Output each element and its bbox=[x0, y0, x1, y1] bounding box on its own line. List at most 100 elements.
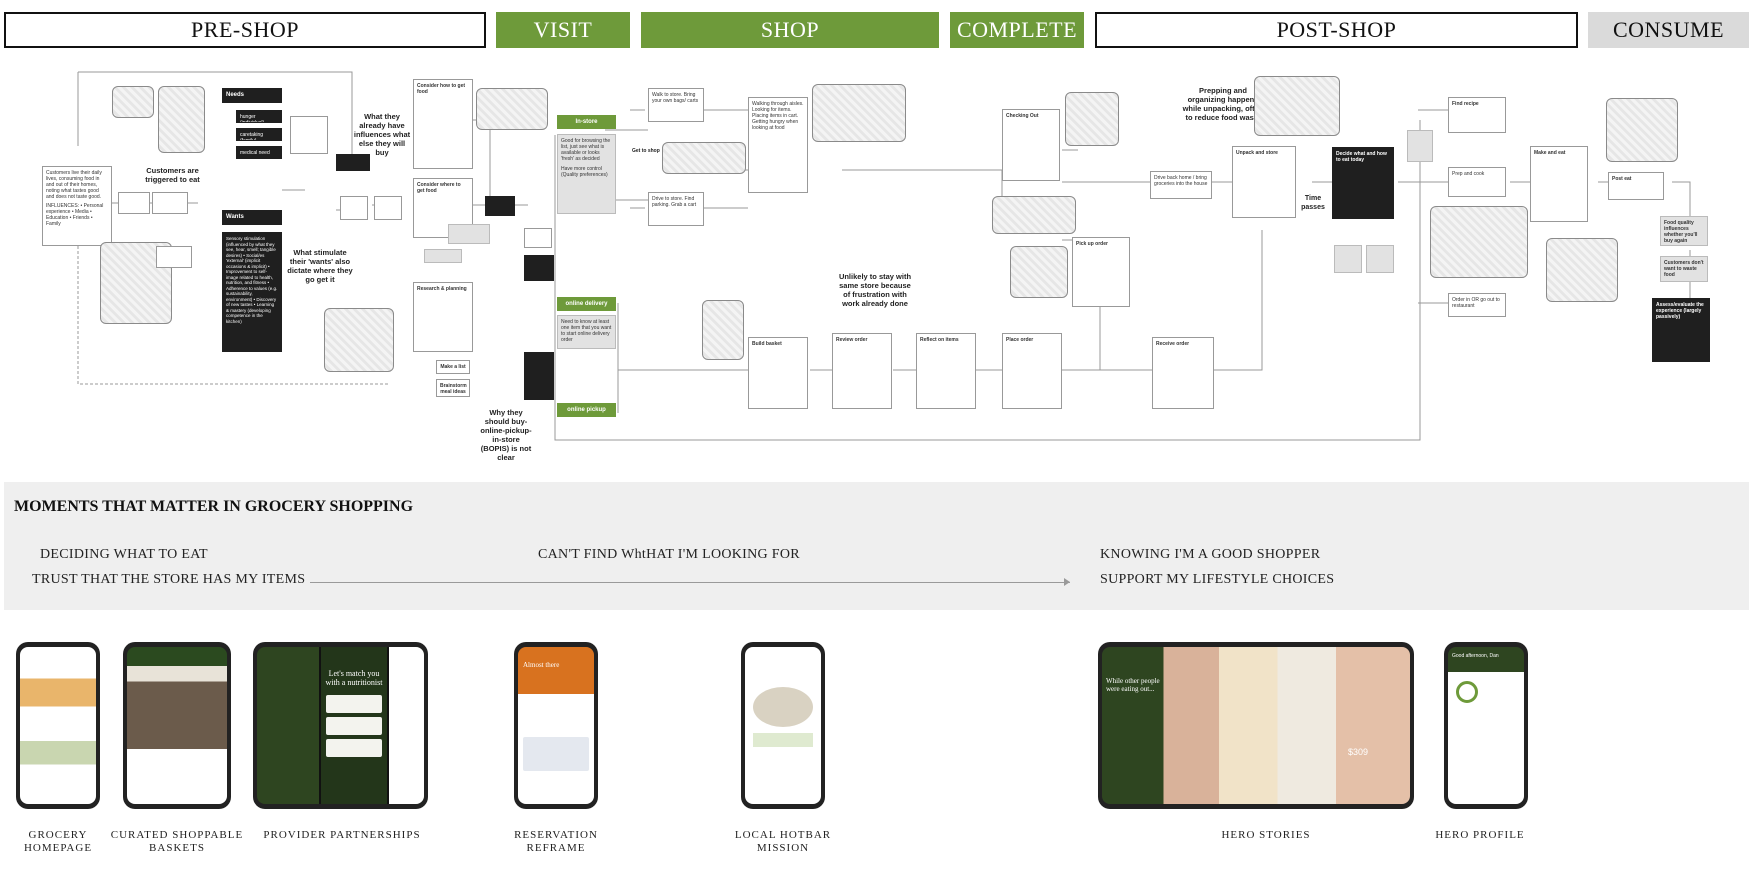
box-walk: Walk to store. Bring your own bags/ cart… bbox=[648, 88, 704, 122]
box-checkout: Checking Out bbox=[1002, 109, 1060, 181]
box-small-3 bbox=[156, 246, 192, 268]
provider-card-3[interactable] bbox=[326, 739, 382, 757]
customers-daily-text: Customers live their daily lives, consum… bbox=[46, 170, 102, 200]
post-eat-title: Post eat bbox=[1612, 176, 1632, 182]
box-unpack: Unpack and store bbox=[1232, 146, 1296, 218]
box-need-to-leave bbox=[374, 196, 402, 220]
box-open-app bbox=[524, 228, 552, 248]
box-dont-waste: Customers don't want to waste food bbox=[1660, 256, 1708, 282]
screen-curated-baskets bbox=[127, 647, 227, 804]
influences-text: INFLUENCES: • Personal experience • Medi… bbox=[46, 203, 104, 227]
box-review-order: Review order bbox=[832, 333, 892, 409]
receive-order-title: Receive order bbox=[1156, 341, 1190, 347]
box-grey-small-1 bbox=[1334, 245, 1362, 273]
phone-reservation-reframe[interactable]: Almost there bbox=[514, 642, 598, 809]
annot-triggered: Customers are triggered to eat bbox=[145, 166, 200, 184]
box-needs: Needs bbox=[222, 88, 282, 103]
provider-card-2[interactable] bbox=[326, 717, 382, 735]
pickup-order-title: Pick up order bbox=[1076, 241, 1108, 247]
hero-profile-ring bbox=[1456, 681, 1478, 703]
moments-title: MOMENTS THAT MATTER IN GROCERY SHOPPING bbox=[14, 498, 414, 515]
sketch-woman bbox=[158, 86, 205, 153]
reflect-items-title: Reflect on items bbox=[920, 337, 959, 343]
provider-card-1[interactable] bbox=[326, 695, 382, 713]
caption-grocery-homepage: GROCERY HOMEPAGE bbox=[23, 829, 93, 854]
sketch-trash bbox=[1546, 238, 1618, 302]
phone-hero-profile[interactable]: Good afternoon, Dan bbox=[1444, 642, 1528, 809]
build-basket-title: Build basket bbox=[752, 341, 782, 347]
button-in-store[interactable]: In-store bbox=[557, 115, 616, 129]
caption-provider-partnerships: PROVIDER PARTNERSHIPS bbox=[263, 829, 421, 841]
screen-hero-profile: Good afternoon, Dan bbox=[1448, 647, 1524, 804]
screen-reservation-reframe: Almost there bbox=[518, 647, 594, 804]
annot-wants: What stimulate their 'wants' also dictat… bbox=[287, 248, 353, 284]
checkout-title: Checking Out bbox=[1006, 113, 1039, 119]
box-dark-small-2 bbox=[524, 255, 554, 281]
assess-text: Assess/evaluate the experience (largely … bbox=[1656, 302, 1704, 320]
box-place-order: Place order bbox=[1002, 333, 1062, 409]
sketch-cooking bbox=[1430, 206, 1528, 278]
screen-hero-stories: While other people were eating out... $3… bbox=[1102, 647, 1410, 804]
sketch-store bbox=[662, 142, 746, 174]
brainstorm-label: Brainstorm meal ideas bbox=[440, 383, 467, 395]
dont-waste-text: Customers don't want to waste food bbox=[1664, 260, 1704, 278]
phone-curated-baskets[interactable] bbox=[123, 642, 231, 809]
consider-how-title: Consider how to get food bbox=[417, 83, 466, 95]
phone-provider-partnerships[interactable]: Let's match you with a nutritionist bbox=[253, 642, 428, 809]
moment-deciding: DECIDING WHAT TO EAT bbox=[40, 547, 208, 562]
box-small-2 bbox=[152, 192, 188, 214]
box-drive-home: Drive back home / bring groceries into t… bbox=[1150, 171, 1212, 199]
make-list-label: Make a list bbox=[440, 364, 466, 370]
caption-local-hotbar: LOCAL HOTBAR MISSION bbox=[734, 829, 832, 854]
box-customers-daily: Customers live their daily lives, consum… bbox=[42, 166, 112, 246]
box-delivery-note: Need to know at least one item that you … bbox=[557, 315, 616, 349]
phone-grocery-homepage[interactable] bbox=[16, 642, 100, 809]
phone-local-hotbar[interactable] bbox=[741, 642, 825, 809]
sketch-shopper-aisle bbox=[812, 84, 906, 142]
box-wants: Wants bbox=[222, 210, 282, 225]
box-food-quality: Food quality influences whether you'll b… bbox=[1660, 216, 1708, 246]
moments-arrow-head bbox=[1064, 578, 1070, 586]
sketch-pickup-car bbox=[1010, 246, 1068, 298]
box-consider-if bbox=[340, 196, 368, 220]
caption-hero-stories: HERO STORIES bbox=[1221, 829, 1311, 841]
box-need-medical: medical need bbox=[236, 146, 282, 159]
hotbar-dish-image bbox=[753, 687, 813, 727]
caption-reservation-reframe: RESERVATION REFRAME bbox=[514, 829, 598, 854]
phone-hero-stories[interactable]: While other people were eating out... $3… bbox=[1098, 642, 1414, 809]
review-order-title: Review order bbox=[836, 337, 868, 343]
box-post-eat: Post eat bbox=[1608, 172, 1664, 200]
make-eat-title: Make and eat bbox=[1534, 150, 1566, 156]
moment-good-shopper: KNOWING I'M A GOOD SHOPPER bbox=[1100, 547, 1321, 562]
moment-cant-find: CAN'T FIND WhtHAT I'M LOOKING FOR bbox=[538, 547, 800, 562]
box-grey-small-3 bbox=[1407, 130, 1433, 162]
box-browse: Walking through aisles. Looking for item… bbox=[748, 97, 808, 193]
inner-screen-food bbox=[389, 647, 424, 804]
sketch-phone-hand bbox=[702, 300, 744, 360]
moments-arrow bbox=[310, 582, 1070, 583]
box-decide-need bbox=[448, 224, 490, 244]
box-get-input bbox=[290, 116, 328, 154]
button-online-pickup[interactable]: online pickup bbox=[557, 403, 616, 417]
sketch-laptop bbox=[324, 308, 394, 372]
inner-screen-nutritionist: Let's match you with a nutritionist bbox=[319, 647, 389, 804]
box-grey-small-2 bbox=[1366, 245, 1394, 273]
annot-bopis: Why they should buy-online-pickup-in-sto… bbox=[480, 408, 532, 462]
box-assess: Assess/evaluate the experience (largely … bbox=[1652, 298, 1710, 362]
sketch-eating bbox=[1606, 98, 1678, 162]
box-research: Research & planning bbox=[413, 282, 473, 352]
button-online-delivery[interactable]: online delivery bbox=[557, 297, 616, 311]
hero-profile-greeting: Good afternoon, Dan bbox=[1452, 653, 1499, 659]
box-brainstorm: Brainstorm meal ideas bbox=[436, 379, 470, 397]
hero-price: $309 bbox=[1348, 747, 1369, 757]
box-prep-cook: Prep and cook bbox=[1448, 167, 1506, 197]
screen-grocery-homepage bbox=[20, 647, 96, 804]
box-reflect-items: Reflect on items bbox=[916, 333, 976, 409]
box-drive: Drive to store. Find parking. Grab a car… bbox=[648, 192, 704, 226]
unpack-title: Unpack and store bbox=[1236, 150, 1278, 156]
in-store-note-2: Have more control (Quality preferences) bbox=[561, 166, 608, 178]
place-order-title: Place order bbox=[1006, 337, 1034, 343]
find-recipe-title: Find recipe bbox=[1452, 101, 1479, 107]
annot-frustration: Unlikely to stay with same store because… bbox=[838, 272, 912, 308]
screen-provider-partnerships: Let's match you with a nutritionist bbox=[257, 647, 424, 804]
